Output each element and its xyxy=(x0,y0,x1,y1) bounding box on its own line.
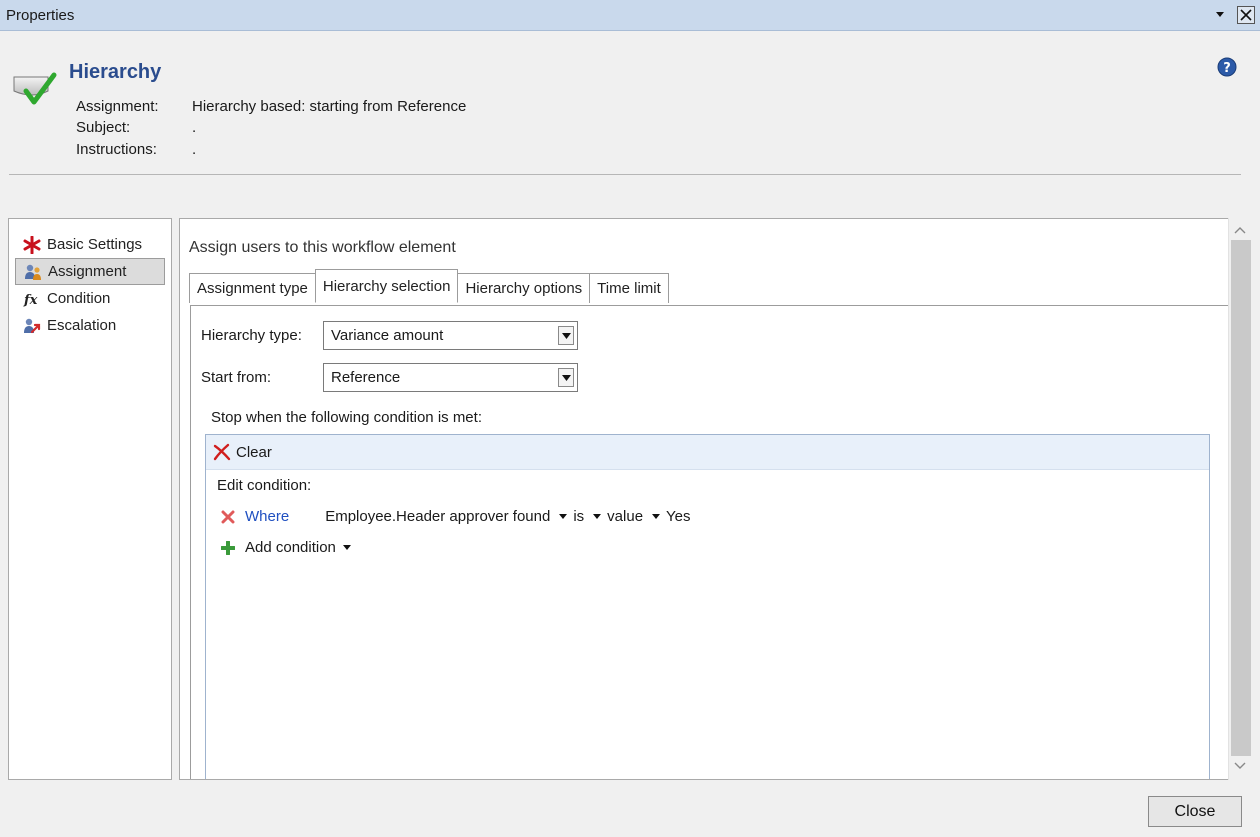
panel-title: Assign users to this workflow element xyxy=(189,239,456,256)
settings-sidebar: Basic Settings Assignment fx Condition E… xyxy=(8,218,172,780)
add-condition-row[interactable]: Add condition xyxy=(220,539,351,556)
scroll-up-icon[interactable] xyxy=(1233,222,1247,239)
start-from-label: Start from: xyxy=(201,369,272,386)
sidebar-item-label: Escalation xyxy=(47,317,117,334)
instructions-row: Instructions: . xyxy=(76,141,196,158)
plus-icon xyxy=(220,539,236,556)
assignment-value: Hierarchy based: starting from Reference xyxy=(192,98,467,115)
asterisk-icon xyxy=(23,235,41,254)
chevron-down-icon[interactable] xyxy=(558,368,574,387)
scrollbar-thumb[interactable] xyxy=(1231,240,1251,756)
function-icon: fx xyxy=(23,290,41,308)
add-condition-label[interactable]: Add condition xyxy=(245,539,336,556)
where-link[interactable]: Where xyxy=(245,508,289,525)
properties-header: Hierarchy Assignment: Hierarchy based: s… xyxy=(0,31,1260,174)
instructions-value: . xyxy=(192,141,197,158)
element-title: Hierarchy xyxy=(69,61,162,83)
scroll-down-icon[interactable] xyxy=(1233,758,1247,775)
subject-label: Subject: xyxy=(76,119,131,136)
start-from-select[interactable]: Reference xyxy=(323,363,578,392)
header-divider xyxy=(9,174,1241,175)
chevron-down-icon[interactable] xyxy=(652,514,661,519)
start-from-row: Start from: Reference xyxy=(201,363,578,392)
chevron-down-icon[interactable] xyxy=(342,545,351,550)
assignment-tabs: Assignment type Hierarchy selection Hier… xyxy=(189,269,669,303)
stop-condition-label: Stop when the following condition is met… xyxy=(211,409,482,426)
tab-hierarchy-selection[interactable]: Hierarchy selection xyxy=(314,269,459,303)
assignment-row: Assignment: Hierarchy based: starting fr… xyxy=(76,98,466,115)
svg-text:fx: fx xyxy=(23,293,38,308)
sidebar-item-label: Assignment xyxy=(48,263,127,280)
condition-field[interactable]: Employee.Header approver found xyxy=(325,508,550,525)
chevron-down-icon[interactable] xyxy=(558,326,574,345)
tab-hierarchy-options[interactable]: Hierarchy options xyxy=(457,273,591,303)
chevron-down-icon[interactable] xyxy=(593,514,602,519)
chevron-down-icon[interactable] xyxy=(559,514,568,519)
sidebar-item-assignment[interactable]: Assignment xyxy=(15,258,165,285)
hierarchy-type-select[interactable]: Variance amount xyxy=(323,321,578,350)
svg-text:?: ? xyxy=(1223,61,1231,76)
tab-time-limit[interactable]: Time limit xyxy=(589,273,669,303)
escalation-icon xyxy=(23,317,41,335)
assignment-panel: Assign users to this workflow element As… xyxy=(179,218,1228,780)
vertical-scrollbar[interactable] xyxy=(1228,218,1252,780)
clear-button[interactable]: Clear xyxy=(236,444,272,461)
sidebar-item-label: Basic Settings xyxy=(47,236,143,253)
close-button[interactable]: Close xyxy=(1148,796,1242,827)
sidebar-item-label: Condition xyxy=(47,290,111,307)
start-from-value: Reference xyxy=(331,369,401,386)
edit-condition-label: Edit condition: xyxy=(217,477,312,494)
close-window-icon[interactable] xyxy=(1237,6,1255,24)
subject-value: . xyxy=(192,119,197,136)
hierarchy-type-row: Hierarchy type: Variance amount xyxy=(201,321,578,350)
sidebar-item-basic-settings[interactable]: Basic Settings xyxy=(9,231,171,258)
delete-condition-icon[interactable] xyxy=(221,510,235,524)
assignment-label: Assignment: xyxy=(76,98,159,115)
window-title: Properties xyxy=(6,6,75,24)
hierarchy-type-label: Hierarchy type: xyxy=(201,327,302,344)
subject-row: Subject: . xyxy=(76,119,196,136)
condition-value[interactable]: Yes xyxy=(666,508,690,525)
condition-toolbar: Clear xyxy=(206,435,1209,470)
help-icon[interactable]: ? xyxy=(1217,57,1237,77)
condition-editor: Clear Edit condition: Where Employee.Hea… xyxy=(205,434,1210,779)
condition-row: Where Employee.Header approver found is … xyxy=(221,508,691,525)
tab-assignment-type[interactable]: Assignment type xyxy=(189,273,316,303)
condition-operator[interactable]: is xyxy=(573,508,584,525)
instructions-label: Instructions: xyxy=(76,141,157,158)
hierarchy-check-icon xyxy=(12,69,58,109)
sidebar-item-condition[interactable]: fx Condition xyxy=(9,285,171,312)
users-icon xyxy=(24,263,42,281)
title-bar: Properties xyxy=(0,0,1260,31)
condition-value-type[interactable]: value xyxy=(607,508,643,525)
clear-x-icon[interactable] xyxy=(213,443,231,461)
hierarchy-type-value: Variance amount xyxy=(331,327,444,344)
sidebar-item-escalation[interactable]: Escalation xyxy=(9,312,171,339)
window-menu-icon[interactable] xyxy=(1211,6,1229,24)
